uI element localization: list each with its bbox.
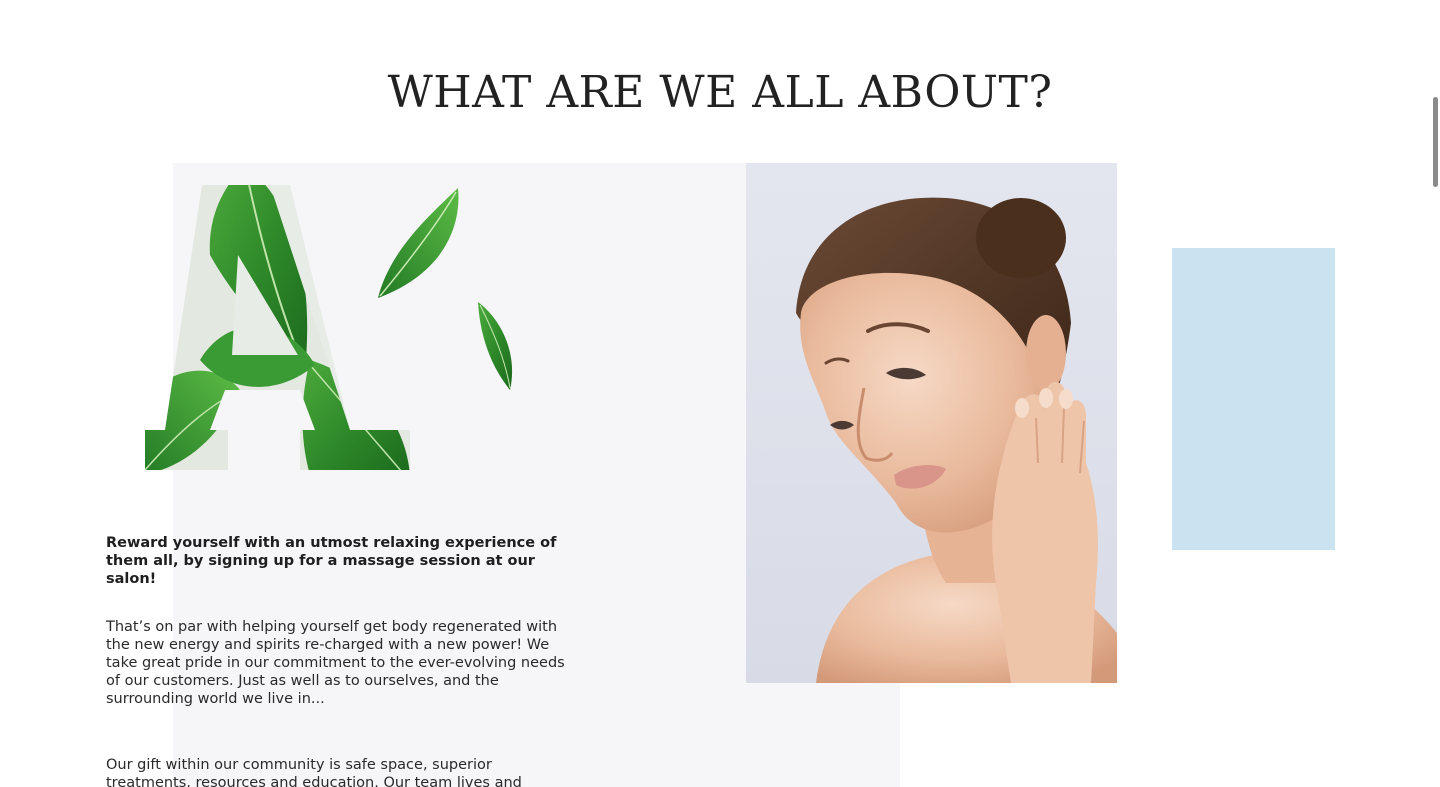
page-scrollbar[interactable]	[1432, 0, 1440, 787]
body-paragraph-1: That’s on par with helping yourself get …	[106, 619, 565, 707]
leaf-letter-a-graphic	[145, 185, 513, 470]
body-paragraph-2: Our gift within our community is safe sp…	[106, 757, 522, 787]
lead-text: Reward yourself with an utmost relaxing …	[106, 535, 557, 587]
about-section: WHAT ARE WE ALL ABOUT? Reward yourself w…	[0, 0, 1440, 787]
decorative-blue-block	[1172, 248, 1335, 550]
scrollbar-thumb[interactable]	[1433, 97, 1438, 187]
section-title: WHAT ARE WE ALL ABOUT?	[387, 67, 1053, 118]
woman-portrait-photo	[746, 163, 1117, 683]
